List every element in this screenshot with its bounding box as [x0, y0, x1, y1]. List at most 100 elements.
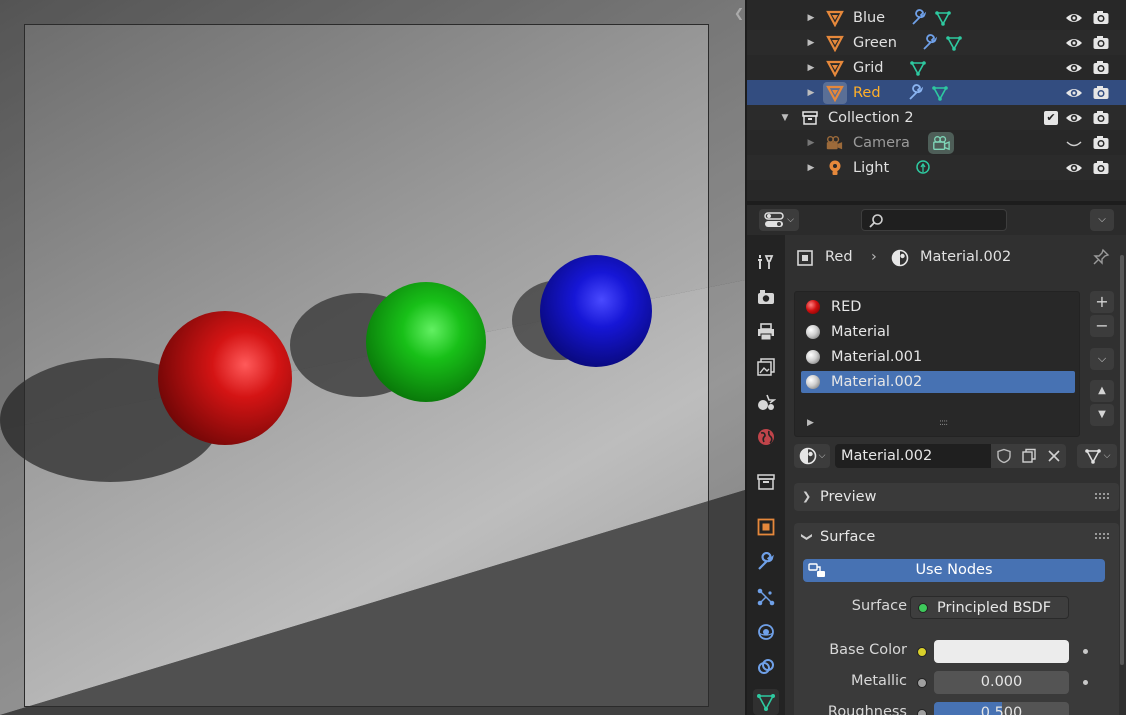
- 3d-viewport[interactable]: ❮: [0, 0, 745, 715]
- camera-render-icon[interactable]: [1092, 59, 1110, 77]
- camera-render-icon[interactable]: [1092, 159, 1110, 177]
- mesh-data-icon[interactable]: [945, 34, 963, 52]
- pin-icon[interactable]: [1092, 248, 1110, 266]
- keyframe-dot-icon[interactable]: [1083, 680, 1088, 685]
- link-mode-dropdown[interactable]: ⌵: [1077, 444, 1117, 468]
- tab-data[interactable]: [753, 689, 779, 715]
- exclude-checkbox[interactable]: ✔: [1044, 110, 1058, 125]
- color-socket-icon[interactable]: [917, 647, 927, 657]
- eye-closed-icon[interactable]: [1065, 134, 1083, 152]
- tab-collection[interactable]: [753, 469, 779, 495]
- eye-icon[interactable]: [1065, 34, 1083, 52]
- mesh-object-icon: [826, 10, 844, 27]
- editor-type-dropdown[interactable]: ⌵: [759, 209, 799, 231]
- list-item[interactable]: Material.002: [801, 371, 1075, 393]
- mesh-data-icon[interactable]: [931, 84, 949, 102]
- value-socket-icon[interactable]: [917, 709, 927, 715]
- eye-icon[interactable]: [1065, 59, 1083, 77]
- value-socket-icon[interactable]: [917, 678, 927, 688]
- render-icon: [758, 290, 774, 304]
- tab-particles[interactable]: [753, 584, 779, 610]
- use-nodes-button[interactable]: Use Nodes: [803, 559, 1105, 582]
- wrench-icon[interactable]: [907, 83, 925, 102]
- eye-icon[interactable]: [1065, 84, 1083, 102]
- base-color-swatch[interactable]: [934, 640, 1069, 663]
- drag-grip-icon[interactable]: [1095, 532, 1109, 540]
- material-slot-list[interactable]: RED Material Material.001 Material.002 ▶…: [794, 291, 1080, 437]
- drag-grip-icon[interactable]: [1095, 492, 1109, 500]
- camera-render-icon[interactable]: [1092, 34, 1110, 52]
- roughness-label: Roughness: [827, 704, 907, 715]
- move-slot-down-button[interactable]: ▼: [1090, 404, 1114, 426]
- list-item[interactable]: Material: [801, 321, 1075, 343]
- eye-icon[interactable]: [1065, 159, 1083, 177]
- tab-view-layer[interactable]: [753, 354, 779, 380]
- breadcrumb: Red › Material.002: [785, 235, 1126, 279]
- mesh-data-icon[interactable]: [909, 59, 927, 77]
- camera-render-icon[interactable]: [1092, 134, 1110, 152]
- expand-arrow-icon[interactable]: ▶: [805, 13, 817, 23]
- unlink-material-button[interactable]: [1041, 444, 1066, 468]
- surface-shader-selector[interactable]: Principled BSDF: [910, 596, 1069, 619]
- resize-grip-icon[interactable]: ::::: [939, 418, 948, 428]
- tab-physics[interactable]: [753, 619, 779, 645]
- material-properties: Red › Material.002 RED Material Material…: [785, 235, 1126, 715]
- keyframe-dot-icon[interactable]: [1083, 649, 1088, 654]
- camera-data-icon[interactable]: [932, 134, 950, 152]
- eye-icon[interactable]: [1065, 9, 1083, 27]
- expand-arrow-icon[interactable]: ▶: [805, 38, 817, 48]
- tab-modifiers[interactable]: [753, 549, 779, 575]
- move-slot-up-button[interactable]: ▲: [1090, 380, 1114, 402]
- wrench-icon[interactable]: [921, 33, 939, 52]
- constraints-icon: [758, 659, 774, 674]
- remove-slot-button[interactable]: −: [1090, 315, 1114, 337]
- browse-material-button[interactable]: ⌵: [794, 444, 830, 468]
- search-icon: [869, 214, 883, 228]
- mesh-data-icon[interactable]: [934, 9, 952, 27]
- list-item[interactable]: RED: [801, 296, 1075, 318]
- list-item[interactable]: Material.001: [801, 346, 1075, 368]
- surface-panel-header[interactable]: ❯ Surface: [794, 523, 1119, 551]
- expand-arrow-icon[interactable]: ▶: [805, 63, 817, 73]
- outliner-row-camera[interactable]: ▶ Camera: [747, 130, 1126, 155]
- tab-object[interactable]: [753, 514, 779, 540]
- mesh-object-icon: [826, 35, 844, 52]
- expand-arrow-icon[interactable]: ▶: [805, 88, 817, 98]
- outliner-row-grid[interactable]: ▶ Grid: [747, 55, 1126, 80]
- tab-output[interactable]: [753, 319, 779, 345]
- outliner-row-light[interactable]: ▶ Light: [747, 155, 1126, 180]
- wrench-icon[interactable]: [910, 8, 928, 27]
- outliner-row-green[interactable]: ▶ Green: [747, 30, 1126, 55]
- expand-filter-icon[interactable]: ▶: [807, 418, 814, 428]
- chevron-left-icon[interactable]: ❮: [733, 4, 745, 22]
- fake-user-button[interactable]: [991, 444, 1016, 468]
- roughness-slider[interactable]: 0.500: [934, 702, 1069, 715]
- camera-render-icon[interactable]: [1092, 9, 1110, 27]
- expand-arrow-icon[interactable]: ▶: [805, 138, 817, 148]
- properties-scrollbar[interactable]: [1120, 255, 1124, 665]
- tab-render[interactable]: [753, 284, 779, 310]
- material-name-field[interactable]: Material.002: [835, 444, 991, 468]
- slot-specials-dropdown[interactable]: ⌵: [1090, 348, 1114, 370]
- tab-scene[interactable]: [753, 389, 779, 415]
- tab-tool[interactable]: [753, 249, 779, 275]
- preview-panel-header[interactable]: ❯ Preview: [794, 483, 1119, 511]
- outliner-row-red[interactable]: ▶ Red: [747, 80, 1126, 105]
- collapse-arrow-icon[interactable]: ▼: [779, 113, 791, 123]
- add-slot-button[interactable]: +: [1090, 291, 1114, 313]
- object-icon: [797, 250, 813, 266]
- options-dropdown[interactable]: ⌵: [1090, 209, 1114, 231]
- light-data-icon[interactable]: [914, 159, 932, 177]
- search-input[interactable]: [861, 209, 1007, 231]
- eye-icon[interactable]: [1065, 109, 1083, 127]
- outliner-row-blue[interactable]: ▶ Blue: [747, 5, 1126, 30]
- camera-render-icon[interactable]: [1092, 109, 1110, 127]
- tab-constraints[interactable]: [753, 654, 779, 680]
- tab-world[interactable]: [753, 424, 779, 450]
- expand-arrow-icon[interactable]: ▶: [805, 163, 817, 173]
- camera-render-icon[interactable]: [1092, 84, 1110, 102]
- camera-view-render: [0, 0, 745, 715]
- outliner-row-collection-2[interactable]: ▼ Collection 2 ✔: [747, 105, 1126, 130]
- duplicate-material-button[interactable]: [1016, 444, 1041, 468]
- metallic-slider[interactable]: 0.000: [934, 671, 1069, 694]
